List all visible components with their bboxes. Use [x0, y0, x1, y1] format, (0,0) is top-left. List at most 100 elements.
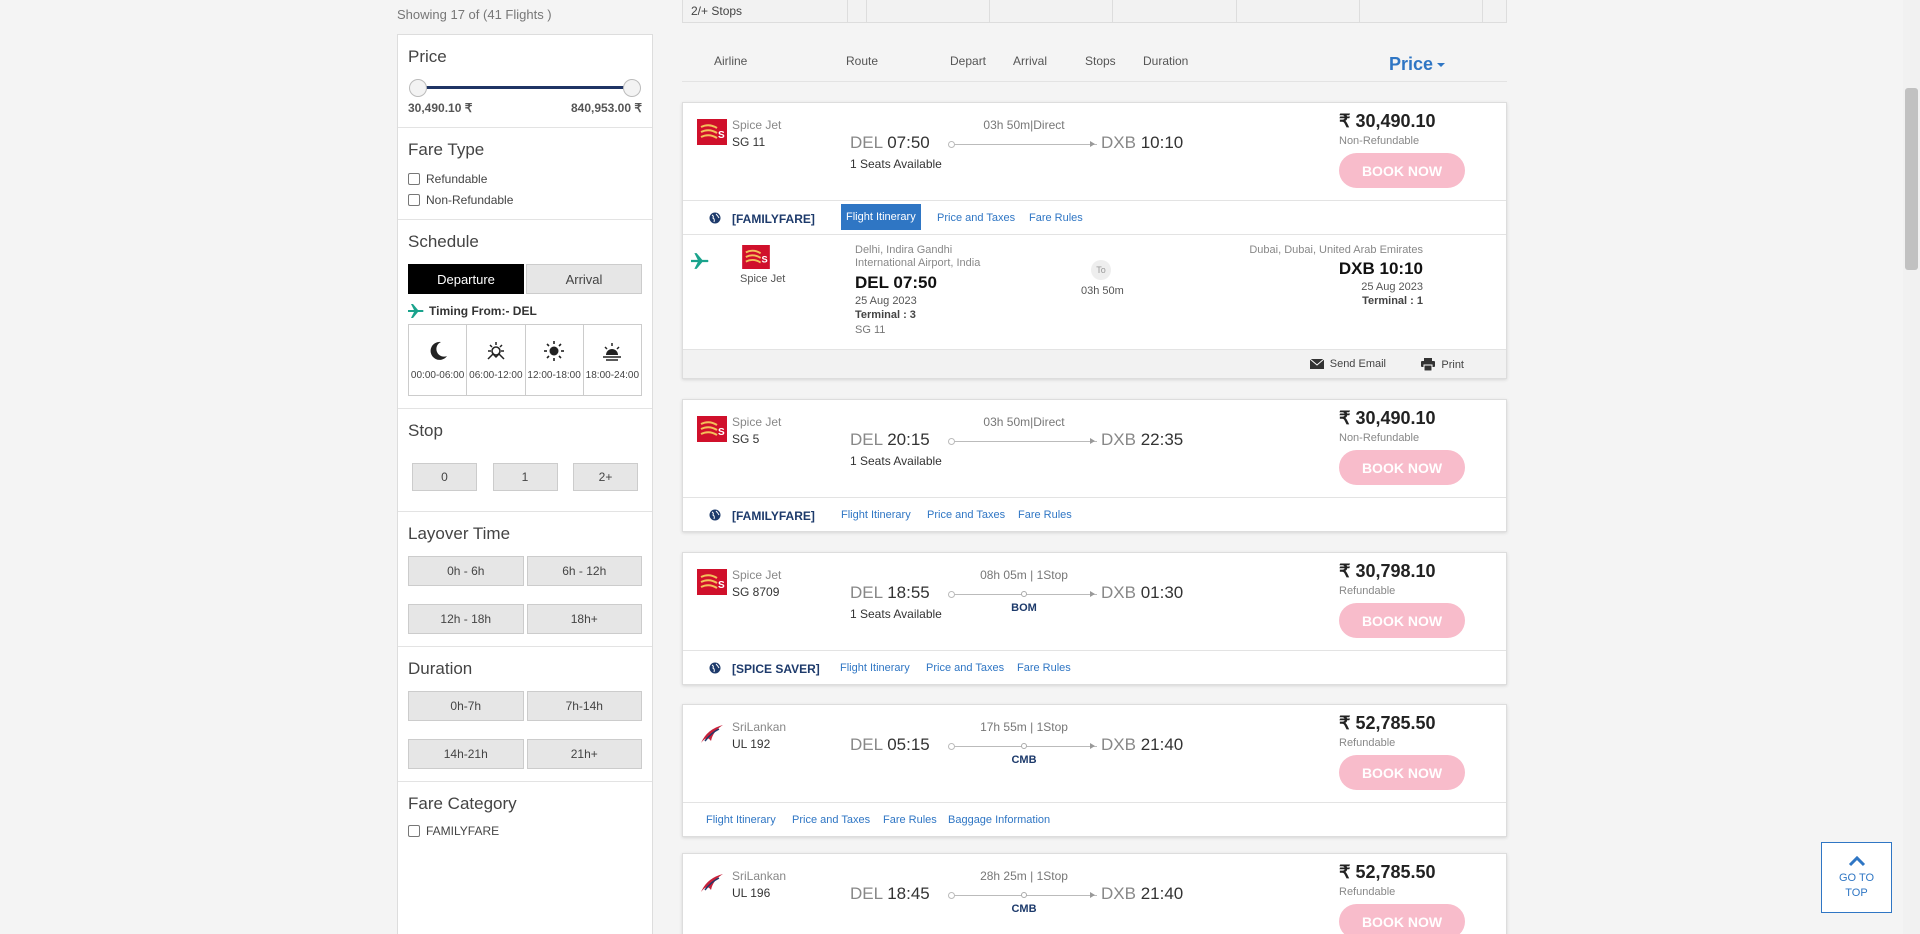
- tab-flight-itinerary[interactable]: Flight Itinerary: [840, 662, 910, 674]
- tab-fare-rules[interactable]: Fare Rules: [1029, 212, 1083, 224]
- price-min-value: 30,490.10 ₹: [408, 101, 473, 115]
- checkbox-box[interactable]: [408, 825, 420, 837]
- strip-cell[interactable]: [867, 0, 990, 22]
- strip-cell[interactable]: [1360, 0, 1483, 22]
- route-line: [948, 743, 1097, 750]
- seats-available: 1 Seats Available: [850, 157, 942, 171]
- layover-filter: Layover Time 0h - 6h 6h - 12h 12h - 18h …: [398, 512, 652, 647]
- origin-airport: Delhi, Indira Gandhi International Airpo…: [855, 244, 981, 269]
- tab-flight-itinerary[interactable]: Flight Itinerary: [841, 204, 921, 230]
- tab-fare-rules[interactable]: Fare Rules: [1018, 509, 1072, 521]
- departure-time: 18:55: [887, 583, 930, 602]
- tab-price-and-taxes[interactable]: Price and Taxes: [926, 662, 1004, 674]
- stop-marker: [1021, 743, 1027, 749]
- dest-airport: Dubai, Dubai, United Arab Emirates: [1249, 244, 1423, 256]
- spicejet-logo: S: [697, 416, 727, 442]
- slider-min-handle[interactable]: [409, 79, 427, 97]
- departure-time: 20:15: [887, 430, 930, 449]
- schedule-filter: Schedule Departure Arrival Timing From:-…: [398, 220, 652, 409]
- sort-stops[interactable]: Stops: [1085, 54, 1116, 68]
- go-to-top-line1: GO TO: [1838, 871, 1875, 884]
- stopover-airport: CMB: [1011, 903, 1037, 915]
- price-filter: Price 30,490.10 ₹ 840,953.00 ₹: [398, 35, 652, 128]
- sort-airline[interactable]: Airline: [714, 54, 747, 68]
- origin-code: DEL: [850, 133, 883, 152]
- tab-fare-rules[interactable]: Fare Rules: [883, 814, 937, 826]
- duration-stops: 03h 50m|Direct: [983, 118, 1065, 132]
- tab-flight-itinerary[interactable]: Flight Itinerary: [706, 814, 776, 826]
- slot-night[interactable]: 00:00-06:00: [409, 325, 468, 395]
- slider-track: [418, 86, 632, 89]
- fare-category-title: Fare Category: [408, 794, 517, 813]
- checkbox-box[interactable]: [408, 173, 420, 185]
- globe-icon: [709, 509, 721, 521]
- tab-flight-itinerary[interactable]: Flight Itinerary: [841, 509, 911, 521]
- fare-price: ₹ 30,798.10: [1339, 561, 1436, 581]
- familyfare-checkbox[interactable]: FAMILYFARE: [408, 824, 642, 838]
- slot-label: 18:00-24:00: [585, 369, 640, 381]
- book-now-button[interactable]: BOOK NOW: [1339, 603, 1465, 638]
- go-to-top-button[interactable]: GO TO TOP: [1821, 842, 1892, 913]
- fare-brand: [SPICE SAVER]: [732, 662, 820, 676]
- stop-0-button[interactable]: 0: [412, 463, 477, 491]
- arrival: DXB 01:30: [1101, 583, 1183, 603]
- sun-icon: [544, 340, 565, 361]
- duration-option[interactable]: 21h+: [526, 739, 642, 769]
- stop-title: Stop: [408, 421, 443, 440]
- schedule-title: Schedule: [408, 232, 479, 251]
- sort-arrival[interactable]: Arrival: [1013, 54, 1047, 68]
- book-now-button[interactable]: BOOK NOW: [1339, 904, 1465, 934]
- book-now-button[interactable]: BOOK NOW: [1339, 755, 1465, 790]
- checkbox-label: Non-Refundable: [426, 193, 514, 207]
- book-now-button[interactable]: BOOK NOW: [1339, 153, 1465, 188]
- stop-2plus-button[interactable]: 2+: [573, 463, 638, 491]
- slot-morning[interactable]: 06:00-12:00: [467, 325, 526, 395]
- sort-depart[interactable]: Depart: [950, 54, 986, 68]
- tab-price-and-taxes[interactable]: Price and Taxes: [927, 509, 1005, 521]
- tab-baggage-information[interactable]: Baggage Information: [948, 814, 1050, 826]
- duration-option[interactable]: 0h-7h: [408, 691, 524, 721]
- tab-fare-rules[interactable]: Fare Rules: [1017, 662, 1071, 674]
- sort-price[interactable]: Price: [1389, 54, 1445, 75]
- airline-name: Spice Jet: [732, 415, 782, 429]
- airline-name: SriLankan: [732, 720, 787, 734]
- plane-icon: [691, 253, 709, 269]
- price-max-value: 840,953.00 ₹: [570, 101, 642, 115]
- stop-1-button[interactable]: 1: [492, 463, 558, 491]
- duration-option[interactable]: 14h-21h: [408, 739, 524, 769]
- strip-cell[interactable]: [1237, 0, 1360, 22]
- sort-route[interactable]: Route: [846, 54, 878, 68]
- tab-departure[interactable]: Departure: [408, 264, 524, 294]
- strip-cell[interactable]: [1113, 0, 1237, 22]
- send-email-label: Send Email: [1329, 358, 1386, 370]
- arrival: DXB 21:40: [1101, 884, 1183, 904]
- layover-option[interactable]: 0h - 6h: [408, 556, 524, 586]
- slider-max-handle[interactable]: [623, 79, 641, 97]
- print-button[interactable]: Print: [1421, 358, 1464, 371]
- slot-evening[interactable]: 18:00-24:00: [584, 325, 641, 395]
- moon-icon: [430, 341, 447, 360]
- price-range-slider[interactable]: [409, 79, 641, 97]
- tab-arrival[interactable]: Arrival: [526, 264, 642, 294]
- layover-option[interactable]: 18h+: [526, 604, 642, 634]
- print-label: Print: [1441, 358, 1464, 371]
- non-refundable-checkbox[interactable]: Non-Refundable: [408, 193, 642, 207]
- layover-option[interactable]: 6h - 12h: [526, 556, 642, 586]
- duration-option[interactable]: 7h-14h: [526, 691, 642, 721]
- sort-duration[interactable]: Duration: [1143, 54, 1188, 68]
- book-now-button[interactable]: BOOK NOW: [1339, 450, 1465, 485]
- tab-price-and-taxes[interactable]: Price and Taxes: [937, 212, 1015, 224]
- layover-option[interactable]: 12h - 18h: [408, 604, 524, 634]
- scrollbar-thumb[interactable]: [1905, 88, 1918, 270]
- dest-code: DXB: [1101, 430, 1136, 449]
- checkbox-box[interactable]: [408, 194, 420, 206]
- origin-terminal: Terminal : 3: [855, 309, 916, 321]
- departure-time: 05:15: [887, 735, 930, 754]
- send-email-button[interactable]: Send Email: [1309, 358, 1386, 370]
- duration-stops: 28h 25m | 1Stop: [980, 869, 1068, 883]
- refundable-checkbox[interactable]: Refundable: [408, 172, 642, 186]
- slot-afternoon[interactable]: 12:00-18:00: [526, 325, 584, 395]
- strip-cell[interactable]: [990, 0, 1113, 22]
- flight-detail-tabs: Flight Itinerary Price and Taxes Fare Ru…: [683, 802, 1506, 836]
- tab-price-and-taxes[interactable]: Price and Taxes: [792, 814, 870, 826]
